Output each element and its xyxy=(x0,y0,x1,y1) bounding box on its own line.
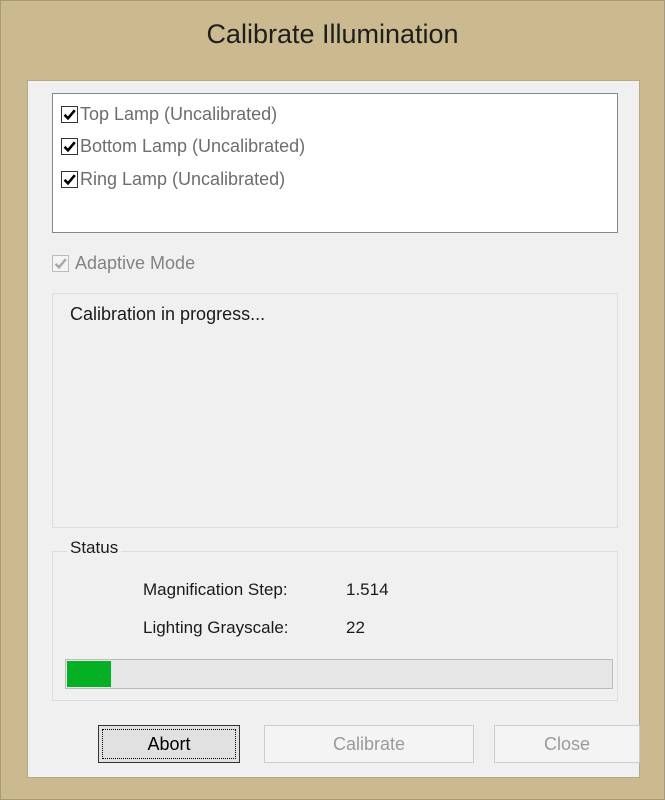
check-icon xyxy=(63,108,76,121)
calibrate-illumination-window: Calibrate Illumination Top Lamp (Uncalib… xyxy=(0,0,665,800)
lighting-grayscale-value: 22 xyxy=(346,618,365,638)
title-bar[interactable]: Calibrate Illumination xyxy=(1,1,664,81)
check-icon xyxy=(54,257,67,270)
progress-message-box: Calibration in progress... xyxy=(52,293,618,528)
lamp-item-bottom[interactable]: Bottom Lamp (Uncalibrated) xyxy=(61,134,305,158)
lighting-grayscale-label: Lighting Grayscale: xyxy=(143,618,289,638)
progress-message: Calibration in progress... xyxy=(70,304,265,325)
check-icon xyxy=(63,140,76,153)
close-button[interactable]: Close xyxy=(494,725,640,763)
abort-button[interactable]: Abort xyxy=(98,725,240,763)
bottom-lamp-checkbox[interactable] xyxy=(61,138,78,155)
progress-bar-fill xyxy=(67,661,111,687)
calibrate-button-label: Calibrate xyxy=(333,734,405,755)
calibrate-button[interactable]: Calibrate xyxy=(264,725,474,763)
lamp-item-top[interactable]: Top Lamp (Uncalibrated) xyxy=(61,102,277,126)
ring-lamp-label: Ring Lamp (Uncalibrated) xyxy=(80,169,285,190)
status-group: Status Magnification Step: 1.514 Lightin… xyxy=(52,551,618,701)
adaptive-mode-checkbox xyxy=(52,255,69,272)
adaptive-mode-label: Adaptive Mode xyxy=(75,253,195,274)
magnification-step-value: 1.514 xyxy=(346,580,389,600)
status-legend: Status xyxy=(67,538,121,558)
adaptive-mode-option: Adaptive Mode xyxy=(52,251,195,275)
magnification-step-label: Magnification Step: xyxy=(143,580,288,600)
calibration-progress-bar xyxy=(65,659,613,689)
window-title: Calibrate Illumination xyxy=(1,19,664,50)
top-lamp-label: Top Lamp (Uncalibrated) xyxy=(80,104,277,125)
dialog-client-area: Top Lamp (Uncalibrated) Bottom Lamp (Unc… xyxy=(27,80,640,778)
focus-rectangle xyxy=(102,729,236,759)
lamp-checklist: Top Lamp (Uncalibrated) Bottom Lamp (Unc… xyxy=(52,93,618,233)
ring-lamp-checkbox[interactable] xyxy=(61,171,78,188)
top-lamp-checkbox[interactable] xyxy=(61,106,78,123)
close-button-label: Close xyxy=(544,734,590,755)
bottom-lamp-label: Bottom Lamp (Uncalibrated) xyxy=(80,136,305,157)
lamp-item-ring[interactable]: Ring Lamp (Uncalibrated) xyxy=(61,167,285,191)
check-icon xyxy=(63,173,76,186)
